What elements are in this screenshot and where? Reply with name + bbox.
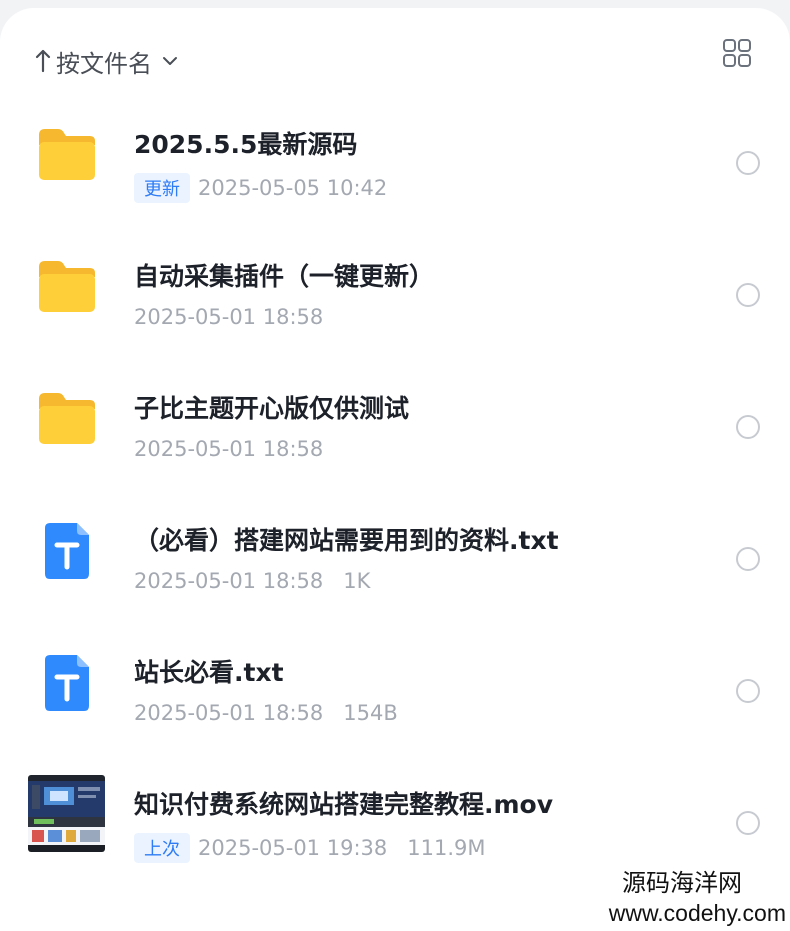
file-row[interactable]: 2025.5.5最新源码 更新 2025-05-05 10:42 bbox=[0, 89, 790, 221]
file-name: 知识付费系统网站搭建完整教程.mov bbox=[134, 790, 554, 819]
folder-icon bbox=[39, 129, 95, 180]
file-meta: 2025-05-01 18:58 bbox=[134, 305, 323, 329]
file-row[interactable]: 知识付费系统网站搭建完整教程.mov 上次 2025-05-01 19:38 1… bbox=[0, 749, 790, 881]
file-meta: 上次 2025-05-01 19:38 111.9M bbox=[134, 833, 486, 863]
update-badge: 更新 bbox=[134, 173, 190, 203]
select-radio[interactable] bbox=[736, 547, 760, 571]
file-date: 2025-05-01 18:58 bbox=[134, 305, 324, 329]
sort-by-name-button[interactable]: 按文件名 bbox=[34, 38, 180, 84]
watermark-url: www.codehy.com bbox=[608, 900, 786, 926]
file-name: 自动采集插件（一键更新） bbox=[134, 262, 435, 291]
file-row[interactable]: 站长必看.txt 2025-05-01 18:58 154B bbox=[0, 617, 790, 749]
file-meta: 2025-05-01 18:58 154B bbox=[134, 701, 398, 725]
file-row[interactable]: 自动采集插件（一键更新） 2025-05-01 18:58 bbox=[0, 221, 790, 353]
file-name: 站长必看.txt bbox=[134, 658, 284, 687]
file-size: 154B bbox=[343, 701, 398, 725]
file-date: 2025-05-01 18:58 bbox=[134, 437, 324, 461]
chevron-down-icon bbox=[163, 57, 177, 65]
txt-file-icon bbox=[45, 655, 89, 711]
select-radio[interactable] bbox=[736, 811, 760, 835]
file-list: 2025.5.5最新源码 更新 2025-05-05 10:42 自动采集插件（… bbox=[0, 89, 790, 881]
file-date: 2025-05-01 19:38 bbox=[198, 836, 388, 860]
file-date: 2025-05-01 18:58 bbox=[134, 701, 324, 725]
watermark-title: 源码海洋网 bbox=[622, 870, 742, 897]
video-thumbnail bbox=[28, 775, 105, 852]
grid-view-icon[interactable] bbox=[722, 38, 752, 68]
watermark: 源码海洋网 www.codehy.com bbox=[576, 867, 790, 931]
sort-label: 按文件名 bbox=[56, 49, 152, 78]
select-radio[interactable] bbox=[736, 151, 760, 175]
file-size: 111.9M bbox=[407, 836, 486, 860]
file-date: 2025-05-05 10:42 bbox=[198, 176, 388, 200]
last-viewed-badge: 上次 bbox=[134, 833, 190, 863]
sort-up-arrow-icon bbox=[35, 49, 51, 73]
folder-icon bbox=[39, 393, 95, 444]
file-meta: 2025-05-01 18:58 bbox=[134, 437, 323, 461]
file-meta: 2025-05-01 18:58 1K bbox=[134, 569, 370, 593]
file-row[interactable]: 子比主题开心版仅供测试 2025-05-01 18:58 bbox=[0, 353, 790, 485]
file-meta: 更新 2025-05-05 10:42 bbox=[134, 173, 387, 203]
select-radio[interactable] bbox=[736, 283, 760, 307]
file-row[interactable]: （必看）搭建网站需要用到的资料.txt 2025-05-01 18:58 1K bbox=[0, 485, 790, 617]
file-name: （必看）搭建网站需要用到的资料.txt bbox=[134, 526, 559, 555]
file-name: 2025.5.5最新源码 bbox=[134, 130, 358, 159]
txt-file-icon bbox=[45, 523, 89, 579]
select-radio[interactable] bbox=[736, 679, 760, 703]
select-radio[interactable] bbox=[736, 415, 760, 439]
file-list-panel: 按文件名 2025.5.5最新源码 更新 2025-05-05 10:42 自动… bbox=[0, 8, 790, 931]
file-date: 2025-05-01 18:58 bbox=[134, 569, 324, 593]
file-size: 1K bbox=[343, 569, 371, 593]
folder-icon bbox=[39, 261, 95, 312]
file-name: 子比主题开心版仅供测试 bbox=[134, 394, 410, 423]
